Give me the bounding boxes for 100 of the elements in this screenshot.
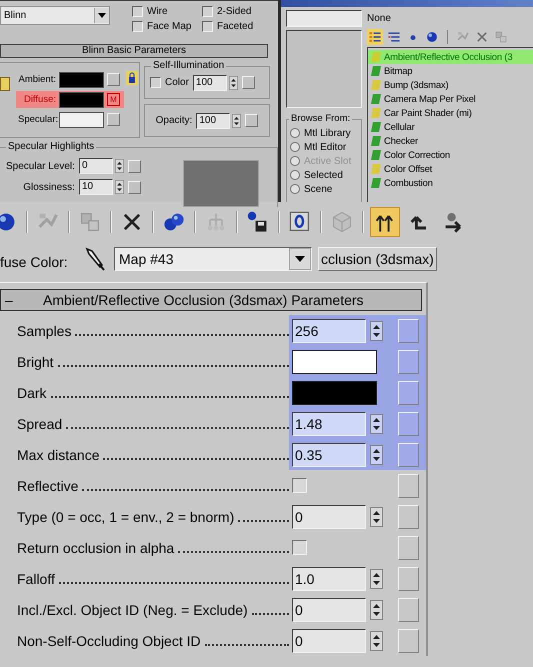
spinner-arrows-icon[interactable]: [114, 180, 124, 194]
list-view-icon[interactable]: [367, 29, 383, 45]
radio-option[interactable]: Selected: [290, 168, 361, 182]
number-field[interactable]: 1.48: [292, 412, 366, 436]
map-list-item[interactable]: Cellular: [368, 120, 533, 134]
map-button[interactable]: [128, 160, 141, 172]
leader-line: [238, 520, 289, 522]
number-field[interactable]: 100: [196, 112, 230, 128]
map-list-item[interactable]: Color Correction: [368, 148, 533, 162]
lock-button[interactable]: [0, 77, 10, 91]
map-list-item[interactable]: Camera Map Per Pixel: [368, 92, 533, 106]
leader-line: [252, 613, 289, 615]
map-list-item[interactable]: Ambient/Reflective Occlusion (3: [368, 50, 533, 64]
caret-icon: [98, 13, 106, 18]
map-button[interactable]: [398, 350, 419, 374]
map-list-item[interactable]: Bitmap: [368, 64, 533, 78]
number-field[interactable]: 100: [192, 74, 227, 90]
color-label: Specular:: [18, 114, 56, 125]
map-button[interactable]: [398, 474, 419, 498]
param-label: Samples: [17, 322, 72, 338]
number-field[interactable]: 256: [292, 318, 366, 342]
spinner-arrows-icon[interactable]: [370, 506, 383, 526]
map-button[interactable]: [398, 628, 419, 652]
checkbox[interactable]: [150, 77, 161, 88]
spinner-arrows-icon[interactable]: [232, 114, 242, 128]
group-title: Specular Highlights: [6, 141, 96, 152]
map-list-item[interactable]: Bump (3dsmax): [368, 78, 533, 92]
map-button[interactable]: [398, 412, 419, 436]
color-swatch[interactable]: [59, 72, 104, 88]
param-label: Spread: [17, 416, 62, 432]
map-button[interactable]: [398, 598, 419, 622]
spinner-arrows-icon[interactable]: [370, 320, 383, 340]
option-checkbox[interactable]: Faceted: [202, 21, 272, 32]
map-list-item[interactable]: Checker: [368, 134, 533, 148]
rollout-title: Ambient/Reflective Occlusion (3dsmax) Parameters: [43, 292, 364, 308]
color-swatch[interactable]: [292, 380, 377, 404]
map-button[interactable]: [107, 113, 120, 126]
map-type-button[interactable]: cclusion (3dsmax): [318, 247, 437, 271]
map-name: None: [367, 12, 391, 26]
color-swatch[interactable]: [292, 350, 377, 374]
param-label: Dark: [17, 384, 47, 400]
collapse-label[interactable]: –: [1, 292, 43, 308]
number-field[interactable]: 0: [292, 504, 366, 528]
map-list-item[interactable]: Color Offset: [368, 162, 533, 176]
spinner-arrows-icon[interactable]: [114, 159, 124, 173]
color-label: Diffuse:: [22, 94, 56, 105]
spinner-arrows-icon[interactable]: [370, 568, 383, 588]
group-title: Browse From:: [289, 113, 352, 124]
checkbox[interactable]: [292, 540, 307, 555]
rollout-header[interactable]: – Ambient/Reflective Occlusion (3dsmax) Parameters: [0, 289, 422, 311]
radio-option[interactable]: Mtl Library: [290, 126, 361, 140]
param-label: Falloff: [17, 570, 55, 586]
map-button[interactable]: [398, 566, 419, 590]
map-button[interactable]: [398, 318, 419, 342]
map-button[interactable]: [398, 536, 419, 560]
shader-dropdown[interactable]: Blinn: [0, 6, 110, 25]
map-button[interactable]: [107, 73, 120, 86]
map-button[interactable]: [398, 442, 419, 466]
param-label: Incl./Excl. Object ID (Neg. = Exclude): [17, 602, 248, 618]
opacity-label: Opacity:: [156, 115, 192, 126]
caret-icon: [295, 256, 305, 262]
param-label: Glossiness:: [23, 182, 75, 192]
map-button[interactable]: [398, 380, 419, 404]
map-button[interactable]: [242, 76, 255, 89]
option-checkbox[interactable]: 2-Sided: [202, 6, 272, 17]
checkbox[interactable]: [292, 478, 307, 493]
map-button[interactable]: [398, 504, 419, 528]
number-field[interactable]: 0: [78, 158, 113, 174]
lock-icon[interactable]: [126, 71, 138, 85]
map-list-item[interactable]: Combustion: [368, 176, 533, 190]
map-button[interactable]: [128, 180, 141, 194]
number-field[interactable]: 0.35: [292, 442, 366, 466]
number-field[interactable]: 10: [78, 179, 113, 195]
spinner-arrows-icon[interactable]: [370, 630, 383, 650]
spinner-arrows-icon[interactable]: [370, 444, 383, 464]
color-swatch[interactable]: [59, 112, 104, 128]
number-field[interactable]: 0: [292, 628, 366, 652]
number-field[interactable]: 0: [292, 598, 366, 622]
option-checkbox[interactable]: Face Map: [132, 21, 202, 32]
group-title: Self-Illumination: [151, 60, 226, 71]
rollout-header[interactable]: Blinn Basic Parameters: [0, 44, 268, 58]
sphere-icon[interactable]: [424, 29, 440, 45]
map-name-dropdown[interactable]: Map #43: [114, 247, 312, 271]
spinner-arrows-icon[interactable]: [370, 414, 383, 434]
spinner-arrows-icon[interactable]: [228, 76, 238, 90]
name-field[interactable]: [286, 10, 362, 27]
option-checkbox[interactable]: Wire: [132, 6, 202, 17]
radio-option[interactable]: Scene: [290, 182, 361, 196]
checkbox-label: Color: [165, 77, 189, 88]
param-label: Return occlusion in alpha: [17, 540, 174, 556]
color-swatch[interactable]: [59, 92, 104, 108]
color-label: Ambient:: [18, 74, 56, 85]
arrows-icon[interactable]: [370, 207, 400, 237]
number-field[interactable]: 1.0: [292, 566, 366, 590]
spinner-arrows-icon[interactable]: [370, 600, 383, 620]
param-label: Non-Self-Occluding Object ID: [17, 632, 201, 648]
param-label: Type (0 = occ, 1 = env., 2 = bnorm): [17, 508, 234, 524]
radio-option[interactable]: Mtl Editor: [290, 140, 361, 154]
map-button[interactable]: [245, 114, 258, 127]
map-list-item[interactable]: Car Paint Shader (mi): [368, 106, 533, 120]
